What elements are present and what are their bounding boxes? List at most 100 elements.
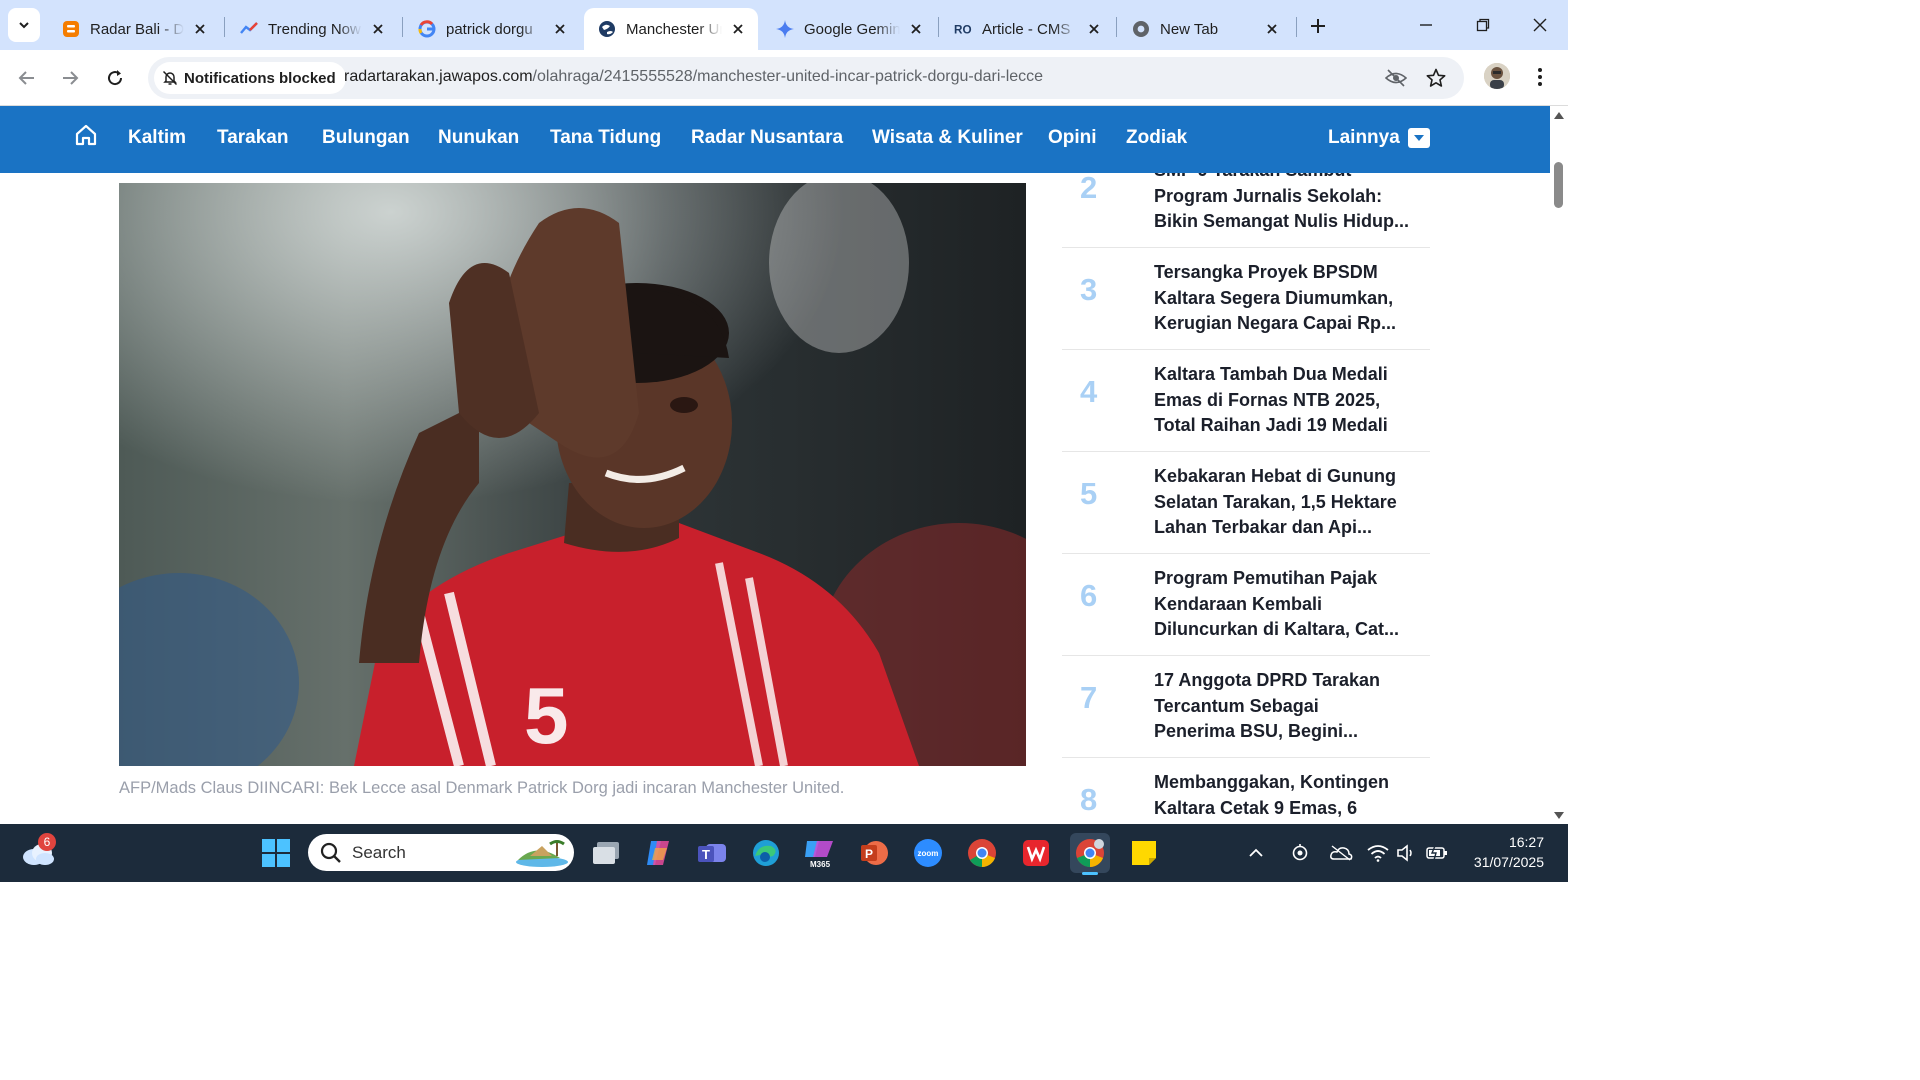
plus-icon [1311,19,1325,33]
nav-link-tana-tidung[interactable]: Tana Tidung [550,127,661,149]
site-navigation: Kaltim Tarakan Bulungan Nunukan Tana Tid… [0,106,1550,173]
close-icon[interactable] [728,19,748,39]
popular-rank: 7 [1080,680,1098,715]
notifications-blocked-label: Notifications blocked [184,69,336,87]
copilot-icon[interactable] [638,833,678,873]
caret-down-icon[interactable] [1408,128,1430,148]
tab-search-button[interactable] [8,8,40,42]
minimize-button[interactable] [1406,8,1446,42]
browser-menu-button[interactable] [1528,60,1552,94]
back-arrow-icon [18,71,34,85]
popular-news-item[interactable]: 3 Tersangka Proyek BPSDM Kaltara Segera D… [1062,248,1430,350]
popular-headline[interactable]: 17 Anggota DPRD Tarakan Tercantum Sebagai… [1154,668,1424,745]
close-icon[interactable] [550,19,570,39]
tab-article-cms[interactable]: RO Article - CMS [940,8,1114,50]
nav-link-bulungan[interactable]: Bulungan [322,127,410,149]
popular-news-item[interactable]: 8 Membanggakan, Kontingen Kaltara Cetak 9… [1062,758,1430,824]
wps-office-icon[interactable] [1016,833,1056,873]
m365-icon[interactable]: M365 [800,833,840,873]
popular-news-item[interactable]: 5 Kebakaran Hebat di Gunung Selatan Tarak… [1062,452,1430,554]
tab-google-gemini[interactable]: Google Gemini [762,8,936,50]
svg-text:T: T [702,847,710,862]
close-icon[interactable] [1262,19,1282,39]
popular-headline[interactable]: Kaltara Tambah Dua Medali Emas di Fornas … [1154,362,1424,439]
chrome-icon [1132,20,1150,38]
notifications-blocked-chip[interactable]: Notifications blocked [154,62,346,94]
onedrive-icon[interactable] [1326,833,1356,873]
nav-link-tarakan[interactable]: Tarakan [217,127,288,149]
popular-news-item[interactable]: 6 Program Pemutihan Pajak Kendaraan Kemba… [1062,554,1430,656]
close-icon[interactable] [1084,19,1104,39]
reload-button[interactable] [97,60,133,96]
profile-avatar[interactable] [1484,63,1510,89]
scroll-up-icon[interactable] [1554,112,1564,119]
popular-rank: 4 [1080,374,1098,409]
popular-headline[interactable]: Kebakaran Hebat di Gunung Selatan Tarakan… [1154,464,1424,541]
nav-link-wisata-kuliner[interactable]: Wisata & Kuliner [872,127,1023,149]
tab-manchester-united[interactable]: Manchester Un [584,8,758,50]
popular-news-item[interactable]: 4 Kaltara Tambah Dua Medali Emas di Forna… [1062,350,1430,452]
edge-icon[interactable] [746,833,786,873]
nav-link-opini[interactable]: Opini [1048,127,1097,149]
volume-icon[interactable] [1392,833,1420,873]
clock-date[interactable]: 31/07/2025 [1466,854,1544,870]
taskbar-search[interactable]: Search [308,834,574,871]
battery-icon[interactable] [1422,833,1452,873]
home-icon[interactable] [74,123,98,147]
tab-trending-now[interactable]: Trending Now [226,8,398,50]
popular-headline[interactable]: Program Pemutihan Pajak Kendaraan Kembali… [1154,566,1424,643]
zoom-icon[interactable]: zoom [908,833,948,873]
address-bar[interactable]: Notifications blocked radartarakan.jawap… [148,57,1464,99]
nav-link-zodiak[interactable]: Zodiak [1126,127,1187,149]
close-icon[interactable] [906,19,926,39]
powerpoint-icon[interactable]: P [854,833,894,873]
tab-new-tab[interactable]: New Tab [1118,8,1292,50]
tab-patrick-dorgu[interactable]: patrick dorgu [404,8,580,50]
nav-link-radar-nusantara[interactable]: Radar Nusantara [691,127,843,149]
chrome-icon[interactable] [962,833,1002,873]
location-icon[interactable] [1286,833,1314,873]
chrome-active-icon[interactable] [1070,833,1110,875]
eye-off-icon[interactable] [1384,66,1408,90]
tab-title: New Tab [1160,20,1219,38]
tab-radar-bali[interactable]: Radar Bali - Di [48,8,220,50]
article-photo: 5 [119,183,1026,766]
scrollbar-thumb[interactable] [1554,162,1563,208]
close-icon [1533,18,1547,32]
nav-more-menu[interactable]: Lainnya [1328,127,1400,149]
close-icon[interactable] [368,19,388,39]
forward-button[interactable] [52,60,88,96]
close-window-button[interactable] [1520,8,1560,42]
restore-icon [1476,18,1490,32]
popular-headline[interactable]: Tersangka Proyek BPSDM Kaltara Segera Diu… [1154,260,1424,337]
back-button[interactable] [9,60,45,96]
weather-widget[interactable]: 6 [18,833,58,873]
popular-rank: 3 [1080,272,1098,307]
sticky-notes-icon[interactable] [1124,833,1164,873]
bell-off-icon [162,70,178,86]
clock-time[interactable]: 16:27 [1466,834,1544,850]
popular-news-item[interactable]: 7 17 Anggota DPRD Tarakan Tercantum Sebag… [1062,656,1430,758]
teams-icon[interactable]: T [692,833,732,873]
bookmark-star-icon[interactable] [1424,66,1448,90]
page-scrollbar[interactable] [1550,106,1568,824]
popular-headline[interactable]: SMP 9 Tarakan SambutProgram Jurnalis Sek… [1154,173,1424,235]
scroll-down-icon[interactable] [1554,812,1564,819]
new-tab-button[interactable] [1304,12,1332,40]
restore-button[interactable] [1463,8,1503,42]
wifi-icon[interactable] [1364,833,1392,873]
task-view-icon[interactable] [586,833,626,873]
chevron-up-icon[interactable] [1242,833,1270,873]
close-icon[interactable] [190,19,210,39]
nav-link-nunukan[interactable]: Nunukan [438,127,519,149]
popular-news-item[interactable]: 2 SMP 9 Tarakan SambutProgram Jurnalis S… [1062,173,1430,248]
popular-rank: 8 [1080,782,1098,817]
popular-headline[interactable]: Membanggakan, Kontingen Kaltara Cetak 9 E… [1154,770,1424,821]
forward-arrow-icon [63,71,79,85]
globe-icon [598,20,616,38]
nav-link-kaltim[interactable]: Kaltim [128,127,186,149]
tab-title: Trending Now [268,20,361,38]
search-icon [320,842,341,863]
more-vert-icon [1538,68,1542,86]
start-button[interactable] [256,833,296,873]
